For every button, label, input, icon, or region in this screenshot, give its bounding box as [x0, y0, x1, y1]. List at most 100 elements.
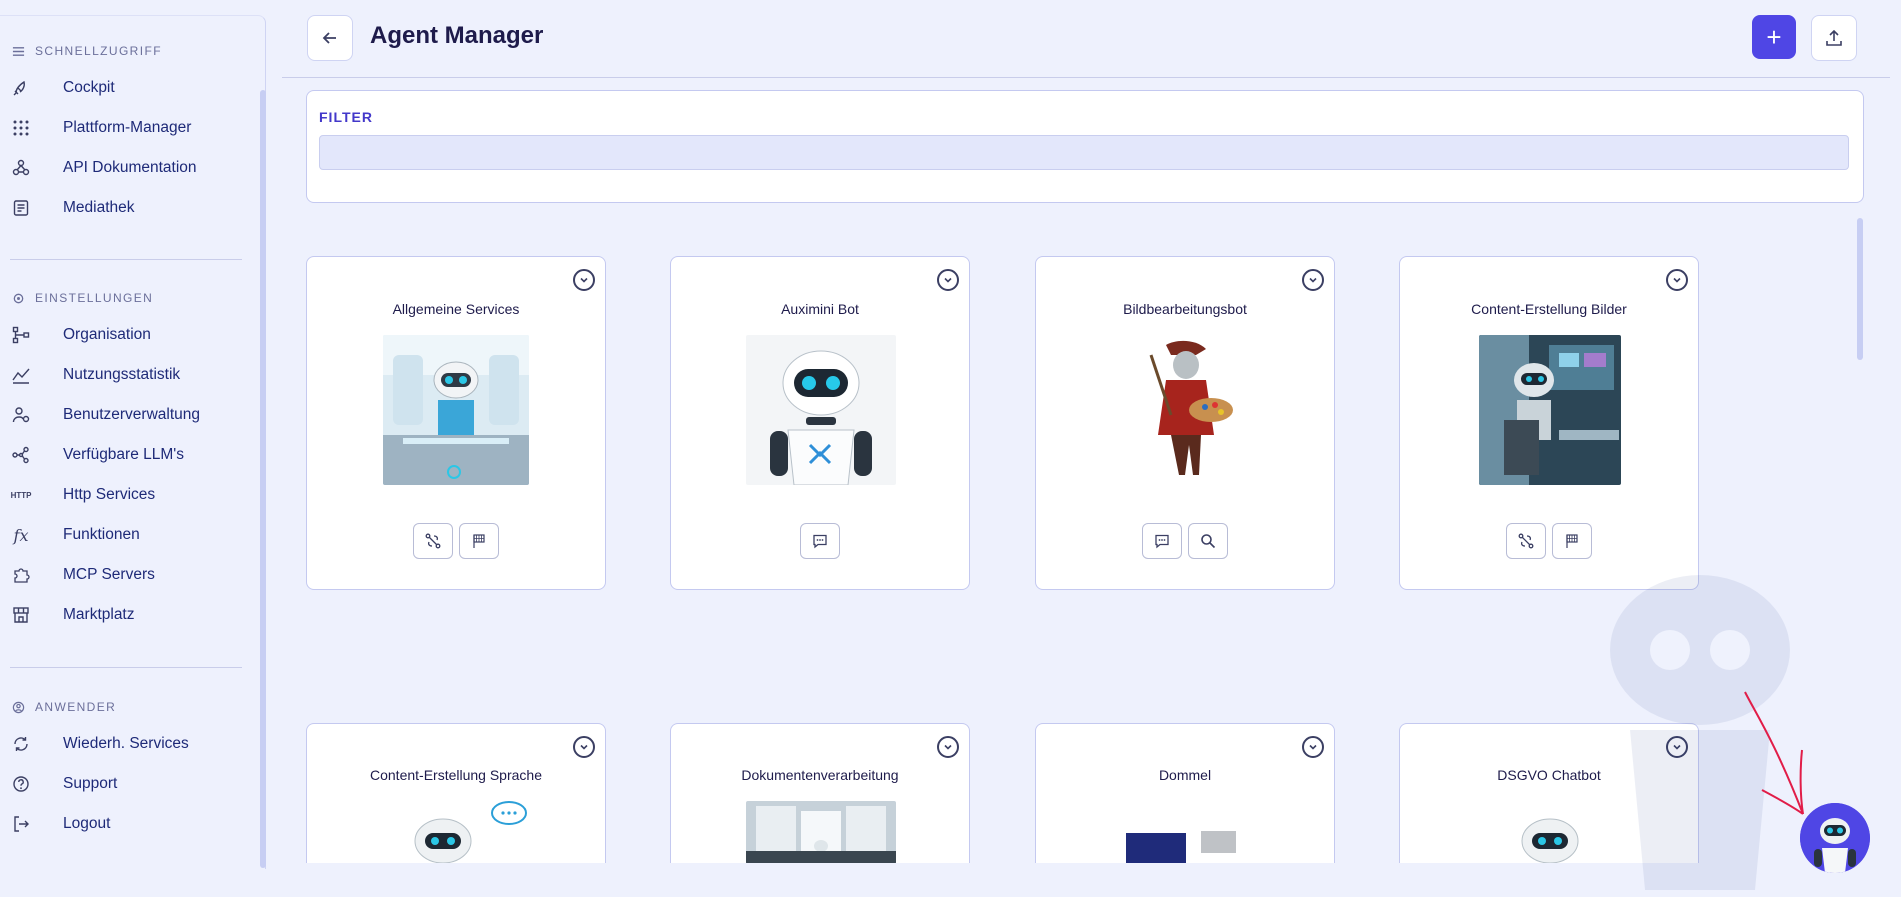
page-title: Agent Manager [370, 22, 544, 49]
sidebar-divider [10, 259, 242, 260]
sidebar-item-support[interactable]: Support [12, 769, 242, 799]
document-icon [12, 199, 30, 217]
filter-label: FILTER [319, 109, 373, 125]
chat-button[interactable] [1142, 523, 1182, 559]
agent-card[interactable]: Dommel [1035, 723, 1335, 863]
store-icon [12, 606, 30, 624]
network-icon [12, 446, 30, 464]
filter-input[interactable] [319, 135, 1849, 170]
section-label-einstellungen: EINSTELLUNGEN [12, 291, 153, 305]
sidebar-item-api-dokumentation[interactable]: API Dokumentation [12, 153, 242, 183]
http-icon: HTTP [10, 490, 32, 500]
agent-card[interactable]: Bildbearbeitungsbot [1035, 256, 1335, 590]
assistant-chat-button[interactable] [1800, 803, 1870, 873]
sidebar-item-nutzungsstatistik[interactable]: Nutzungsstatistik [12, 360, 242, 390]
main-scrollbar[interactable] [1857, 218, 1863, 360]
card-menu-button[interactable] [573, 269, 595, 291]
search-button[interactable] [1188, 523, 1228, 559]
help-icon [12, 775, 30, 793]
agent-avatar-image [746, 801, 896, 863]
agent-avatar-image [746, 335, 896, 485]
sidebar-item-mediathek[interactable]: Mediathek [12, 193, 242, 223]
agent-card-title: Auximini Bot [781, 301, 859, 317]
sidebar-item-organisation[interactable]: Organisation [12, 320, 242, 350]
workflow-icon [1518, 533, 1534, 549]
workflow-button[interactable] [413, 523, 453, 559]
agent-avatar-image [1111, 801, 1261, 863]
sidebar-item-logout[interactable]: Logout [12, 809, 242, 839]
gear-icon [13, 293, 24, 303]
logout-icon [12, 815, 30, 833]
agent-card-title: Content-Erstellung Bilder [1471, 301, 1627, 317]
rocket-icon [12, 79, 30, 97]
card-menu-button[interactable] [1302, 736, 1324, 758]
filter-panel: FILTER [306, 90, 1864, 203]
header-divider [282, 77, 1890, 78]
agent-avatar-image [1479, 335, 1621, 485]
agent-card-title: Dommel [1158, 767, 1212, 783]
sidebar-item-funktionen[interactable]: fx Funktionen [12, 520, 242, 550]
agent-avatar-image [383, 335, 529, 485]
annotation-arrow [1744, 691, 1804, 815]
add-agent-button[interactable]: + [1752, 15, 1796, 59]
back-button[interactable] [307, 15, 353, 61]
workflow-icon [425, 533, 441, 549]
flag-button[interactable] [459, 523, 499, 559]
flag-icon [473, 534, 485, 548]
agent-card[interactable]: Allgemeine Services [306, 256, 606, 590]
org-chart-icon [12, 326, 30, 344]
agent-card-title: Bildbearbeitungsbot [1123, 301, 1247, 317]
agent-card[interactable]: Auximini Bot [670, 256, 970, 590]
chat-icon [1155, 534, 1169, 549]
sidebar-item-verfuegbare-llms[interactable]: Verfügbare LLM's [12, 440, 242, 470]
user-circle-icon [12, 701, 25, 713]
function-icon: fx [13, 525, 29, 545]
upload-icon [1826, 29, 1842, 46]
sidebar-divider [10, 667, 242, 668]
agent-card-title: Dokumentenverarbeitung [741, 767, 899, 783]
search-icon [1201, 534, 1216, 549]
section-label-schnellzugriff: SCHNELLZUGRIFF [12, 44, 162, 58]
agent-card-title: Content-Erstellung Sprache [370, 767, 542, 783]
sidebar-scrollbar[interactable] [260, 90, 266, 868]
sidebar-item-cockpit[interactable]: Cockpit [12, 73, 242, 103]
chevron-down-icon [580, 277, 588, 283]
refresh-icon [12, 735, 30, 753]
sidebar-item-mcp-servers[interactable]: MCP Servers [12, 560, 242, 590]
section-label-anwender: ANWENDER [12, 700, 116, 714]
chart-icon [12, 366, 30, 384]
sidebar-item-marktplatz[interactable]: Marktplatz [12, 600, 242, 630]
menu-icon [12, 46, 25, 56]
card-menu-button[interactable] [1666, 269, 1688, 291]
flag-button[interactable] [1552, 523, 1592, 559]
agent-card[interactable]: Dokumentenverarbeitung [670, 723, 970, 863]
upload-button[interactable] [1811, 15, 1857, 61]
sidebar-item-benutzerverwaltung[interactable]: Benutzerverwaltung [12, 400, 242, 430]
chat-icon [813, 534, 827, 549]
robot-avatar-icon [1800, 803, 1870, 873]
arrow-left-icon [322, 32, 336, 44]
chevron-down-icon [944, 277, 952, 283]
workflow-button[interactable] [1506, 523, 1546, 559]
card-menu-button[interactable] [937, 736, 959, 758]
flag-icon [1566, 534, 1578, 548]
webhook-icon [12, 159, 30, 177]
chevron-down-icon [1673, 277, 1681, 283]
sidebar-item-wiederh-services[interactable]: Wiederh. Services [12, 729, 242, 759]
chevron-down-icon [1309, 277, 1317, 283]
chat-button[interactable] [800, 523, 840, 559]
agent-card[interactable]: Content-Erstellung Sprache [306, 723, 606, 863]
chevron-down-icon [944, 744, 952, 750]
sidebar-item-http-services[interactable]: HTTP Http Services [10, 480, 242, 510]
sidebar-item-plattform-manager[interactable]: Plattform-Manager [12, 113, 242, 143]
grid-icon [12, 119, 30, 137]
chevron-down-icon [580, 744, 588, 750]
agent-card[interactable]: Content-Erstellung Bilder [1399, 256, 1699, 590]
chevron-down-icon [1309, 744, 1317, 750]
puzzle-icon [12, 566, 30, 584]
card-menu-button[interactable] [573, 736, 595, 758]
agent-avatar-image [1111, 335, 1261, 485]
agent-avatar-image [383, 801, 529, 863]
card-menu-button[interactable] [1302, 269, 1324, 291]
card-menu-button[interactable] [937, 269, 959, 291]
